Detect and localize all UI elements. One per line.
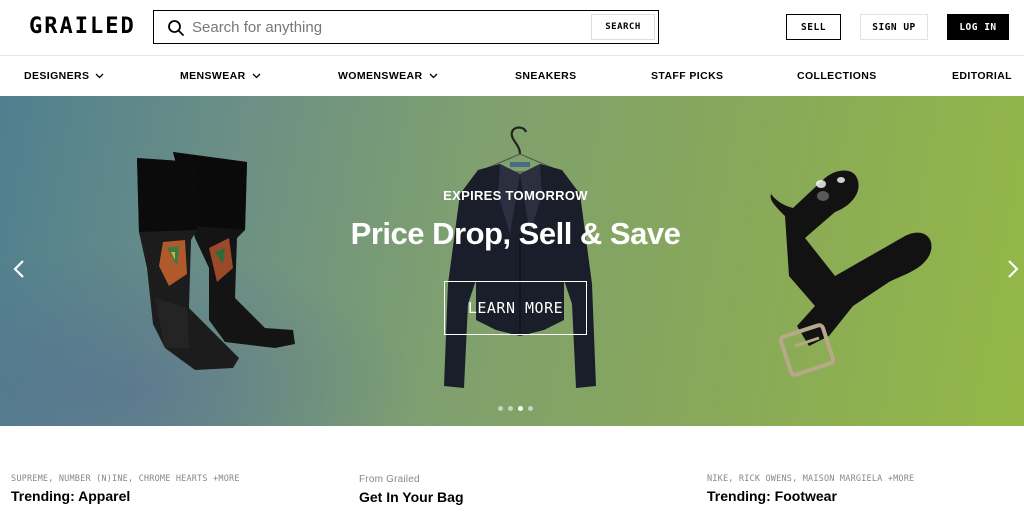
nav-item-sneakers[interactable]: SNEAKERS — [515, 70, 577, 82]
chevron-right-icon[interactable] — [1006, 258, 1020, 280]
search-bar[interactable]: SEARCH — [153, 10, 659, 44]
search-button[interactable]: SEARCH — [591, 14, 655, 40]
section-tag: NIKE, RICK OWENS, MAISON MARGIELA +MORE — [707, 474, 915, 484]
hero-carousel[interactable]: EXPIRES TOMORROW Price Drop, Sell & Save… — [0, 96, 1024, 426]
carousel-dot[interactable] — [508, 406, 513, 411]
nav-item-editorial[interactable]: EDITORIAL — [952, 70, 1012, 82]
search-input[interactable] — [192, 15, 632, 39]
nav-item-label: COLLECTIONS — [797, 70, 877, 82]
section-title: Trending: Apparel — [11, 488, 131, 504]
boots-product-image — [137, 152, 295, 370]
nav-item-menswear[interactable]: MENSWEAR — [180, 70, 261, 82]
chevron-left-icon[interactable] — [12, 258, 26, 280]
sign-up-button[interactable]: SIGN UP — [860, 14, 928, 40]
section-title: Trending: Footwear — [707, 488, 837, 504]
carousel-dots — [498, 406, 533, 411]
log-in-button[interactable]: LOG IN — [947, 14, 1009, 40]
nav-item-designers[interactable]: DESIGNERS — [24, 70, 104, 82]
nav-item-collections[interactable]: COLLECTIONS — [797, 70, 877, 82]
section-trending-apparel[interactable]: SUPREME, NUMBER (N)INE, CHROME HEARTS +M… — [11, 474, 240, 504]
section-trending-footwear[interactable]: NIKE, RICK OWENS, MAISON MARGIELA +MORE … — [707, 474, 914, 504]
carousel-dot[interactable] — [498, 406, 503, 411]
grailed-logo[interactable]: GRAILED — [29, 14, 136, 39]
carousel-dot-active[interactable] — [518, 406, 523, 411]
section-tag: SUPREME, NUMBER (N)INE, CHROME HEARTS +M… — [11, 474, 240, 484]
search-icon — [168, 20, 184, 36]
section-tag: From Grailed — [359, 474, 420, 485]
hero-subtitle: EXPIRES TOMORROW — [443, 188, 588, 203]
nav-item-staff-picks[interactable]: STAFF PICKS — [651, 70, 723, 82]
nav-item-label: STAFF PICKS — [651, 70, 724, 82]
nav-item-womenswear[interactable]: WOMENSWEAR — [338, 70, 438, 82]
section-title: Get In Your Bag — [359, 489, 464, 505]
sell-button[interactable]: SELL — [786, 14, 841, 40]
jacket-product-image — [444, 126, 596, 388]
main-nav: DESIGNERS MENSWEAR WOMENSWEAR SNEAKERS S… — [0, 57, 1024, 96]
nav-item-label: DESIGNERS — [24, 70, 90, 82]
nav-item-label: MENSWEAR — [180, 70, 246, 82]
chevron-down-icon — [429, 73, 437, 79]
chevron-down-icon — [95, 73, 104, 79]
nav-item-label: WOMENSWEAR — [338, 70, 423, 82]
site-header: GRAILED SEARCH SELL SIGN UP LOG IN — [0, 0, 1024, 56]
chevron-down-icon — [252, 73, 261, 79]
carousel-dot[interactable] — [528, 406, 533, 411]
nav-item-label: EDITORIAL — [952, 70, 1012, 82]
hero-title: Price Drop, Sell & Save — [350, 216, 681, 251]
nav-item-label: SNEAKERS — [515, 70, 577, 82]
section-get-in-your-bag[interactable]: From Grailed Get In Your Bag — [359, 474, 464, 505]
learn-more-button[interactable]: LEARN MORE — [444, 281, 587, 335]
